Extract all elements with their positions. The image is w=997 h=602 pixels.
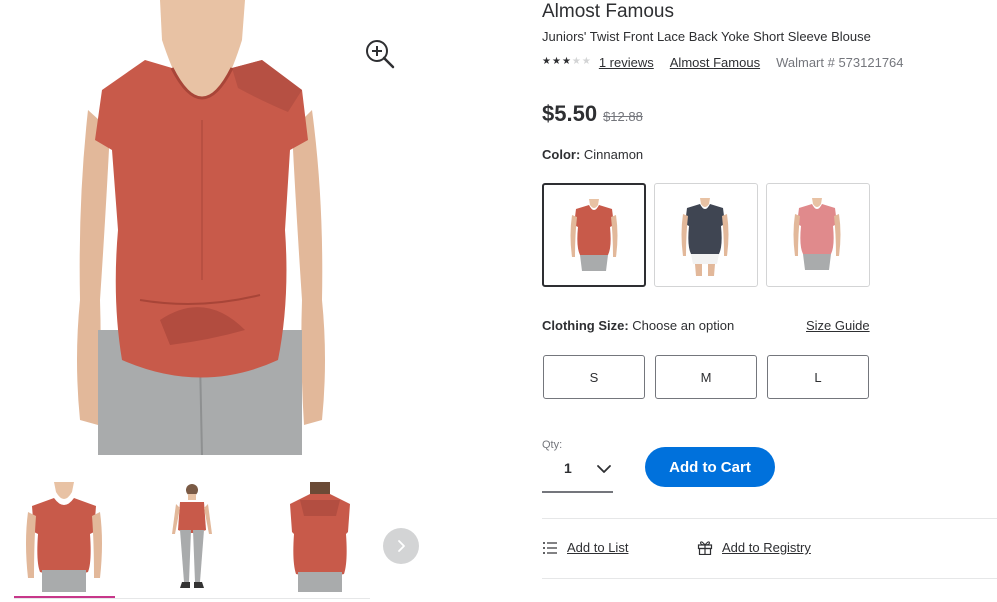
size-option-m[interactable]: M xyxy=(655,355,757,399)
thumbnail-back[interactable] xyxy=(270,482,370,600)
product-title: Juniors' Twist Front Lace Back Yoke Shor… xyxy=(542,29,871,44)
thumbnail-front[interactable] xyxy=(14,482,114,600)
thumbnail-strip xyxy=(14,482,374,602)
color-swatch-charcoal[interactable] xyxy=(654,183,758,287)
quantity-select[interactable]: 1 xyxy=(542,452,613,493)
add-to-list-label: Add to List xyxy=(567,540,629,555)
color-label: Color: Cinnamon xyxy=(542,147,643,162)
color-swatch-rose[interactable] xyxy=(766,183,870,287)
rating-stars: ★ ★ ★ ★ ★ xyxy=(542,57,591,67)
quantity-label: Qty: xyxy=(542,439,563,451)
thumbnail-divider xyxy=(14,598,370,599)
add-to-list-button[interactable]: Add to List xyxy=(542,540,628,555)
add-to-registry-label: Add to Registry xyxy=(722,540,811,555)
zoom-in-icon[interactable] xyxy=(362,36,396,70)
reviews-link[interactable]: 1 reviews xyxy=(599,55,654,70)
price-row: $5.50 $12.88 xyxy=(542,101,643,127)
size-option-s[interactable]: S xyxy=(543,355,645,399)
star-empty-icon: ★ xyxy=(571,56,581,67)
size-label-title: Clothing Size: xyxy=(542,318,629,333)
brand-link[interactable]: Almost Famous xyxy=(670,55,760,70)
star-icon: ★ xyxy=(551,56,561,67)
list-icon xyxy=(543,541,557,554)
color-swatch-cinnamon[interactable] xyxy=(542,183,646,287)
star-empty-icon: ★ xyxy=(581,56,591,67)
actions-divider-top xyxy=(542,518,997,519)
color-label-title: Color: xyxy=(542,147,581,162)
actions-divider-bottom xyxy=(542,578,997,579)
size-guide-link[interactable]: Size Guide xyxy=(806,318,870,333)
size-option-l[interactable]: L xyxy=(767,355,869,399)
was-price: $12.88 xyxy=(603,109,643,124)
selected-color: Cinnamon xyxy=(583,147,644,162)
add-to-cart-button[interactable]: Add to Cart xyxy=(645,447,775,487)
quantity-value: 1 xyxy=(564,460,572,476)
gift-icon xyxy=(697,541,713,555)
add-to-registry-button[interactable]: Add to Registry xyxy=(697,540,811,555)
star-icon: ★ xyxy=(542,56,551,67)
current-price: $5.50 xyxy=(542,101,598,126)
product-brand: Almost Famous xyxy=(542,1,674,22)
chevron-right-icon[interactable] xyxy=(383,528,419,564)
walmart-item-number: Walmart # 573121764 xyxy=(776,54,904,70)
product-meta-row: ★ ★ ★ ★ ★ 1 reviews Almost Famous Walmar… xyxy=(542,54,904,70)
star-icon: ★ xyxy=(561,56,571,67)
chevron-down-icon xyxy=(596,462,612,480)
thumbnail-full-body[interactable] xyxy=(142,482,242,600)
size-prompt: Choose an option xyxy=(632,318,735,333)
main-product-image[interactable] xyxy=(40,0,360,456)
size-label: Clothing Size: Choose an option xyxy=(542,318,734,333)
